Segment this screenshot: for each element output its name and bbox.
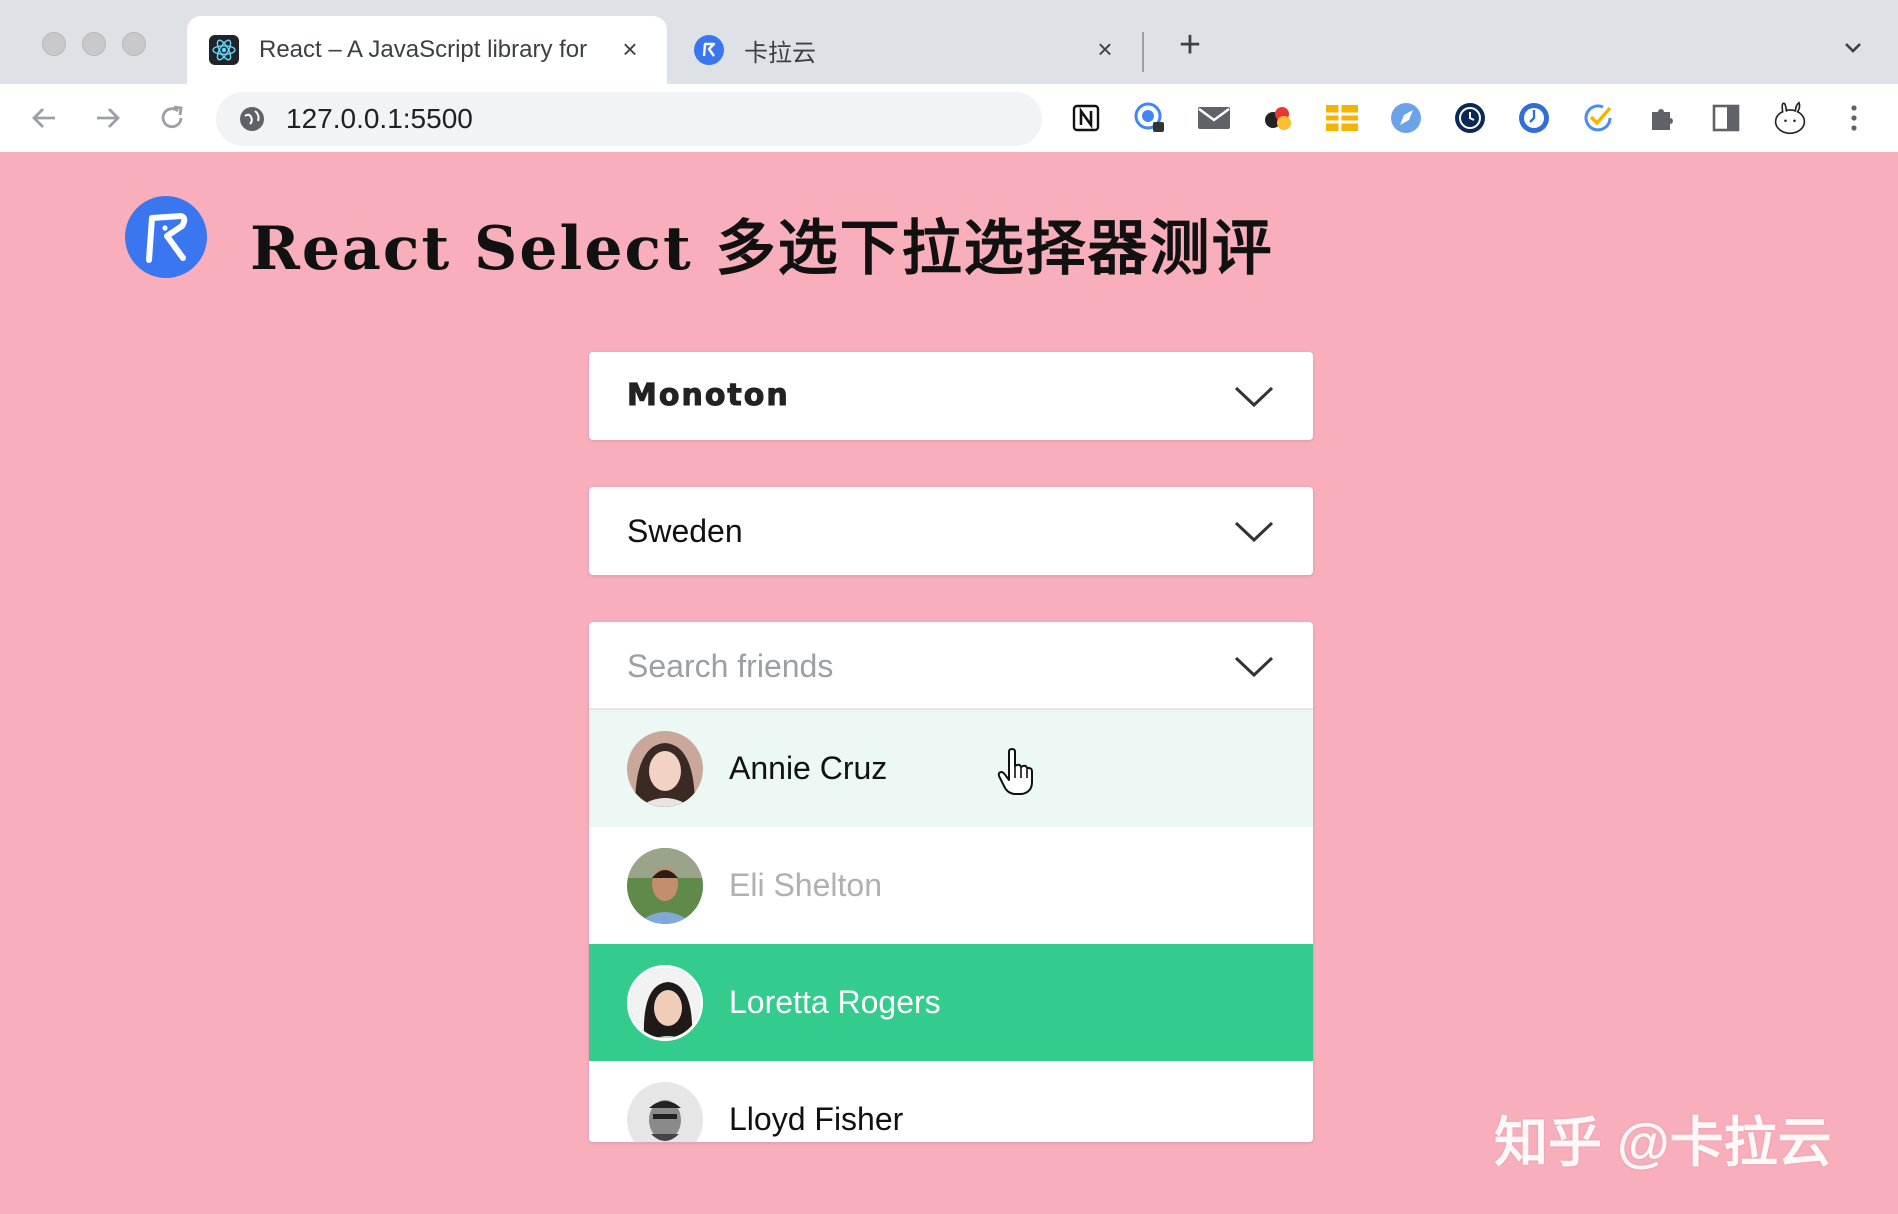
- notion-icon[interactable]: [1068, 100, 1104, 136]
- page-title: React Select 多选下拉选择器测评: [250, 214, 1274, 284]
- friend-option-loretta-rogers[interactable]: Loretta Rogers: [589, 944, 1313, 1061]
- friend-name: Annie Cruz: [729, 750, 888, 786]
- back-arrow-icon[interactable]: [26, 100, 62, 136]
- password-lock-icon[interactable]: [1132, 100, 1168, 136]
- forward-arrow-icon[interactable]: [90, 100, 126, 136]
- friends-search-placeholder: Search friends: [627, 648, 834, 684]
- tab-title: React – A JavaScript library for: [259, 36, 588, 63]
- avatar: [627, 964, 703, 1041]
- avatar: [627, 847, 703, 924]
- country-select[interactable]: Sweden: [589, 487, 1313, 575]
- tab-title: 卡拉云: [744, 39, 816, 67]
- task-check-icon[interactable]: [1580, 100, 1616, 136]
- address-url: 127.0.0.1:5500: [286, 103, 473, 134]
- clock-icon[interactable]: [1452, 100, 1488, 136]
- tab-search-chevron-icon[interactable]: [1838, 32, 1868, 62]
- new-tab-button[interactable]: +: [1172, 26, 1208, 64]
- avatar: [627, 1081, 703, 1142]
- grid-extension-icon[interactable]: [1324, 100, 1360, 136]
- hand-cursor-icon: [997, 748, 1033, 795]
- close-window-button[interactable]: [42, 32, 66, 56]
- site-info-icon[interactable]: [238, 105, 266, 133]
- tab-bar: React – A JavaScript library for × 卡拉云 ×…: [0, 0, 1898, 84]
- minimize-window-button[interactable]: [82, 32, 106, 56]
- friend-name: Lloyd Fisher: [729, 1101, 904, 1137]
- compass-icon[interactable]: [1388, 100, 1424, 136]
- tab-react[interactable]: React – A JavaScript library for ×: [187, 16, 667, 84]
- menu-kebab-icon[interactable]: [1836, 100, 1872, 136]
- zoom-window-button[interactable]: [122, 32, 146, 56]
- tab-separator: [1142, 32, 1144, 72]
- kalayun-icon: [694, 35, 724, 65]
- close-tab-icon[interactable]: ×: [615, 34, 645, 64]
- chevron-down-icon[interactable]: [1233, 382, 1275, 410]
- mail-icon[interactable]: [1196, 100, 1232, 136]
- friend-option-eli-shelton: Eli Shelton: [589, 827, 1313, 944]
- font-select-value: Monoton: [627, 378, 790, 414]
- close-tab-icon[interactable]: ×: [1090, 34, 1120, 64]
- browser-toolbar: 127.0.0.1:5500: [0, 84, 1898, 152]
- color-picker-icon[interactable]: [1260, 100, 1296, 136]
- side-panel-icon[interactable]: [1708, 100, 1744, 136]
- chevron-up-down-icon[interactable]: [1233, 652, 1275, 680]
- avatar: [627, 730, 703, 807]
- watermark: 知乎 @卡拉云: [1494, 1113, 1832, 1173]
- friends-search-input[interactable]: Search friends: [589, 622, 1313, 710]
- timer-icon[interactable]: [1516, 100, 1552, 136]
- react-icon: [209, 35, 239, 65]
- friend-option-lloyd-fisher[interactable]: Lloyd Fisher: [589, 1061, 1313, 1142]
- country-select-value: Sweden: [627, 513, 743, 549]
- kalayun-logo: [125, 196, 207, 278]
- friend-name: Loretta Rogers: [729, 984, 941, 1020]
- friend-name: Eli Shelton: [729, 867, 882, 903]
- browser-chrome: React – A JavaScript library for × 卡拉云 ×…: [0, 0, 1898, 152]
- puzzle-extensions-icon[interactable]: [1644, 100, 1680, 136]
- friends-select[interactable]: Search friends Annie Cruz Eli Shelton Lo…: [589, 622, 1313, 1142]
- reload-icon[interactable]: [154, 100, 190, 136]
- address-bar[interactable]: 127.0.0.1:5500: [216, 92, 1042, 146]
- chevron-down-icon[interactable]: [1233, 517, 1275, 545]
- font-select[interactable]: Monoton: [589, 352, 1313, 440]
- profile-avatar-icon[interactable]: [1772, 100, 1808, 136]
- friend-option-annie-cruz[interactable]: Annie Cruz: [589, 710, 1313, 827]
- tab-kalayun[interactable]: 卡拉云 ×: [672, 16, 1142, 84]
